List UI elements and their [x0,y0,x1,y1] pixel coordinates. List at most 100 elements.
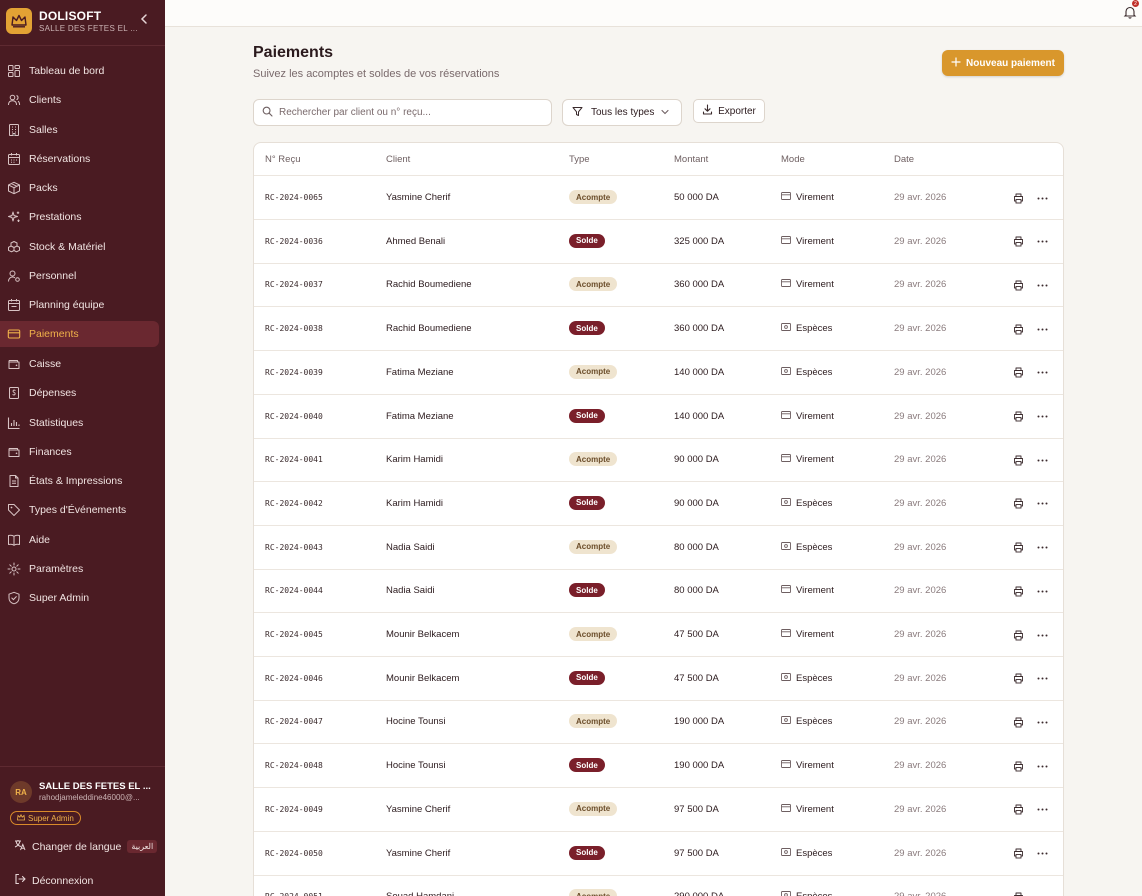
sidebar-item-stock-materiel[interactable]: Stock & Matériel [0,234,159,260]
sidebar-item-tableau-de-bord[interactable]: Tableau de bord [0,58,159,84]
client-name: Mounir Belkacem [386,629,460,640]
table-row[interactable]: RC-2024-0051 Souad Hamdani Acompte 290 000 … [254,875,1063,896]
more-actions-icon[interactable] [1035,497,1049,511]
sidebar-item-types-d-evenements[interactable]: Types d'Événements [0,497,159,523]
sidebar-item-planning-equipe[interactable]: Planning équipe [0,292,159,318]
amount: 190 000 DA [674,716,725,728]
more-actions-icon[interactable] [1035,628,1049,642]
sidebar-item-prestations[interactable]: Prestations [0,204,159,230]
table-row[interactable]: RC-2024-0047 Hocine Tounsi Acompte 190 000 … [254,700,1063,745]
table-row[interactable]: RC-2024-0042 Karim Hamidi Solde 90 000 DA Es… [254,482,1063,526]
export-button[interactable]: Exporter [693,99,765,123]
table-row[interactable]: RC-2024-0048 Hocine Tounsi Solde 190 000 DA… [254,744,1063,789]
more-actions-icon[interactable] [1035,453,1049,467]
print-icon[interactable] [1011,890,1025,896]
avatar[interactable]: RA [10,781,32,803]
more-actions-icon[interactable] [1035,584,1049,598]
table-row[interactable]: RC-2024-0065 Yasmine Cherif Acompte 50 000 … [254,176,1063,220]
print-icon[interactable] [1011,628,1025,642]
print-icon[interactable] [1011,410,1025,424]
payment-mode: Virement [781,454,834,465]
table-row[interactable]: RC-2024-0044 Nadia Saidi Solde 80 000 DA Vir… [254,569,1063,614]
print-icon[interactable] [1011,366,1025,380]
new-payment-button[interactable]: Nouveau paiement [942,50,1064,76]
more-actions-icon[interactable] [1035,366,1049,380]
more-actions-icon[interactable] [1035,847,1049,861]
more-actions-icon[interactable] [1035,235,1049,249]
type-filter-select[interactable]: Tous les types [562,99,682,126]
print-icon[interactable] [1011,584,1025,598]
more-actions-icon[interactable] [1035,410,1049,424]
payment-mode-label: Virement [796,235,834,247]
logout-button[interactable]: Déconnexion [14,873,93,888]
more-actions-icon[interactable] [1035,715,1049,729]
table-row[interactable]: RC-2024-0039 Fatima Meziane Acompte 140 000… [254,351,1063,395]
print-icon[interactable] [1011,541,1025,555]
sidebar-item-clients[interactable]: Clients [0,87,159,113]
sidebar-item-packs[interactable]: Packs [0,175,159,201]
print-icon[interactable] [1011,453,1025,467]
payment-type-badge: Acompte [569,452,618,467]
card-icon [781,235,791,247]
column-header-type[interactable]: Type [569,154,590,165]
sidebar-item-parametres[interactable]: Paramètres [0,556,159,582]
print-icon[interactable] [1011,235,1025,249]
column-header-client[interactable]: Client [386,154,410,165]
more-actions-icon[interactable] [1035,890,1049,896]
table-row[interactable]: RC-2024-0045 Mounir Belkacem Acompte 47 500… [254,613,1063,657]
search-input[interactable] [279,107,539,118]
sidebar-item-etats-impressions[interactable]: États & Impressions [0,468,159,494]
sidebar-item-finances[interactable]: Finances [0,439,159,465]
sidebar-item-aide[interactable]: Aide [0,527,159,553]
sidebar-item-depenses[interactable]: Dépenses [0,380,159,406]
print-icon[interactable] [1011,715,1025,729]
sidebar-item-salles[interactable]: Salles [0,117,159,143]
sidebar-item-reservations[interactable]: Réservations [0,146,159,172]
more-actions-icon[interactable] [1035,672,1049,686]
sidebar-item-personnel[interactable]: Personnel [0,263,159,289]
print-icon[interactable] [1011,322,1025,336]
table-row[interactable]: RC-2024-0038 Rachid Boumediene Solde 360 00… [254,307,1063,352]
payment-type-badge: Acompte [569,190,618,204]
print-icon[interactable] [1011,672,1025,686]
print-icon[interactable] [1011,803,1025,817]
column-header-date[interactable]: Date [894,154,914,165]
table-row[interactable]: RC-2024-0037 Rachid Boumediene Acompte 360 … [254,263,1063,308]
more-actions-icon[interactable] [1035,322,1049,336]
more-actions-icon[interactable] [1035,759,1049,773]
table-row[interactable]: RC-2024-0050 Yasmine Cherif Solde 97 500 DA… [254,832,1063,876]
amount: 50 000 DA [674,192,719,203]
column-header-receipt[interactable]: N° Reçu [265,154,300,165]
print-icon[interactable] [1011,759,1025,773]
sidebar-item-caisse[interactable]: Caisse [0,351,159,377]
table-row[interactable]: RC-2024-0036 Ahmed Benali Solde 325 000 DA V… [254,220,1063,264]
sidebar-item-super-admin[interactable]: Super Admin [0,585,159,611]
cash-icon [781,847,791,859]
more-actions-icon[interactable] [1035,191,1049,205]
table-row[interactable]: RC-2024-0049 Yasmine Cherif Acompte 97 500 … [254,788,1063,832]
table-row[interactable]: RC-2024-0040 Fatima Meziane Solde 140 000 D… [254,395,1063,439]
more-actions-icon[interactable] [1035,278,1049,292]
print-icon[interactable] [1011,191,1025,205]
card-icon [781,279,791,290]
bell-icon[interactable] [1123,5,1137,19]
change-language-button[interactable]: Changer de langue العربية [14,839,158,854]
table-row[interactable]: RC-2024-0046 Mounir Belkacem Solde 47 500 D… [254,657,1063,701]
column-header-mode[interactable]: Mode [781,154,805,165]
table-row[interactable]: RC-2024-0041 Karim Hamidi Acompte 90 000 DA… [254,438,1063,483]
print-icon[interactable] [1011,847,1025,861]
wallet-icon [7,357,21,371]
client-name: Yasmine Cherif [386,192,451,203]
more-actions-icon[interactable] [1035,803,1049,817]
collapse-sidebar-icon[interactable] [138,12,150,26]
amount: 47 500 DA [674,672,719,684]
brand-header: DOLISOFT SALLE DES FETES EL ... [0,0,165,46]
print-icon[interactable] [1011,278,1025,292]
sidebar-item-statistiques[interactable]: Statistiques [0,410,159,436]
column-header-amount[interactable]: Montant [674,154,708,165]
payment-date: 29 avr. 2026 [894,235,947,247]
more-actions-icon[interactable] [1035,541,1049,555]
sidebar-item-paiements[interactable]: Paiements [0,321,159,347]
print-icon[interactable] [1011,497,1025,511]
table-row[interactable]: RC-2024-0043 Nadia Saidi Acompte 80 000 DA E… [254,526,1063,570]
